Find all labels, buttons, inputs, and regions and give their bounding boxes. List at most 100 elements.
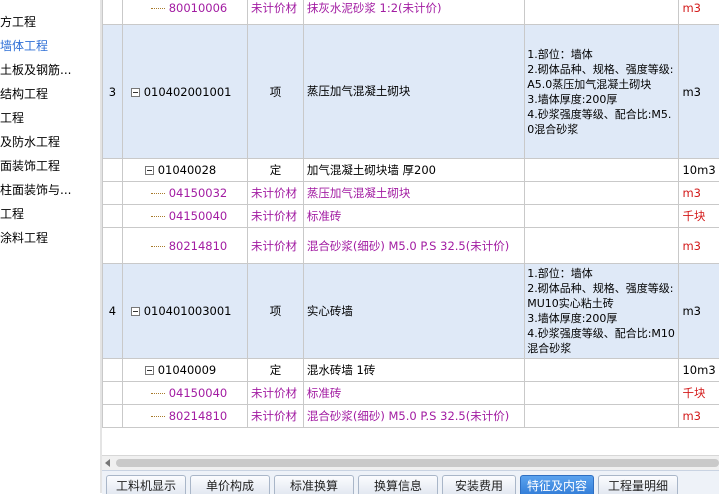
code-cell[interactable]: 04150040: [122, 382, 247, 405]
code-text: 01040028: [158, 163, 217, 177]
code-cell[interactable]: 80214810: [122, 405, 247, 428]
code-cell[interactable]: 04150040: [122, 205, 247, 228]
scroll-left-arrow-icon[interactable]: [105, 459, 110, 467]
feature-cell[interactable]: [525, 159, 679, 182]
code-cell[interactable]: 04150032: [122, 182, 247, 205]
seq-cell: [103, 405, 123, 428]
code-cell[interactable]: 80214810: [122, 228, 247, 264]
tab-5[interactable]: 特征及内容: [520, 475, 594, 494]
type-cell: 项: [248, 25, 304, 159]
type-cell: 定: [248, 159, 304, 182]
norm-row[interactable]: 01040009定混水砖墙 1砖 10m3: [103, 359, 719, 382]
type-cell: 未计价材: [248, 405, 304, 428]
tab-6[interactable]: 工程量明细: [598, 475, 678, 494]
name-cell[interactable]: 蒸压加气混凝土砌块: [303, 182, 524, 205]
name-cell[interactable]: 蒸压加气混凝土砌块: [303, 25, 524, 159]
bill-item-row[interactable]: 4010401003001项实心砖墙1.部位：墙体 2.砌体品种、规格、强度等级…: [103, 264, 719, 359]
tree-item[interactable]: 涂料工程: [0, 227, 48, 249]
tree-connector: [151, 8, 165, 9]
tab-2[interactable]: 标准换算: [274, 475, 354, 494]
norm-row[interactable]: 01040028 定加气混凝土砌块墙 厚200 10m3: [103, 159, 719, 182]
seq-cell: 4: [103, 264, 123, 359]
name-cell[interactable]: 混水砖墙 1砖: [303, 359, 524, 382]
code-cell[interactable]: 010402001001: [122, 25, 247, 159]
material-row[interactable]: 04150040未计价材标准砖千块: [103, 382, 719, 405]
type-cell: 未计价材: [248, 228, 304, 264]
name-cell[interactable]: 加气混凝土砌块墙 厚200: [303, 159, 524, 182]
bill-item-row[interactable]: 3 010402001001 项蒸压加气混凝土砌块1.部位：墙体 2.砌体品种、规格…: [103, 25, 719, 159]
name-cell[interactable]: 混合砂浆(细砂) M5.0 P.S 32.5(未计价): [303, 228, 524, 264]
collapse-icon[interactable]: [145, 166, 154, 175]
name-cell[interactable]: 标准砖: [303, 205, 524, 228]
tree-connector: [151, 393, 165, 394]
tree-item[interactable]: 结构工程: [0, 83, 48, 105]
feature-cell[interactable]: [525, 205, 679, 228]
unit-cell: 10m3: [679, 359, 719, 382]
type-cell: 定: [248, 359, 304, 382]
horizontal-scrollbar[interactable]: [102, 455, 719, 470]
unit-cell: m3: [679, 264, 719, 359]
code-text: 04150040: [169, 209, 228, 223]
collapse-icon[interactable]: [131, 88, 140, 97]
code-text: 010402001001: [144, 85, 232, 99]
material-row[interactable]: 80010006 未计价材抹灰水泥砂浆 1:2(未计价) m3: [103, 0, 719, 25]
code-cell[interactable]: 01040028: [122, 159, 247, 182]
feature-cell[interactable]: [525, 405, 679, 428]
unit-cell: m3: [679, 0, 719, 25]
name-cell[interactable]: 抹灰水泥砂浆 1:2(未计价): [303, 0, 524, 25]
feature-cell[interactable]: 1.部位：墙体 2.砌体品种、规格、强度等级:MU10实心粘土砖 3.墙体厚度:…: [525, 264, 679, 359]
collapse-icon[interactable]: [145, 366, 154, 375]
feature-cell[interactable]: 1.部位：墙体 2.砌体品种、规格、强度等级:A5.0蒸压加气混凝土砌块 3.墙…: [525, 25, 679, 159]
code-text: 80214810: [169, 239, 228, 253]
tree-connector: [151, 246, 165, 247]
scrollbar-thumb[interactable]: [116, 459, 719, 467]
tree-item[interactable]: 柱面装饰与...: [0, 179, 71, 201]
code-text: 04150032: [169, 186, 228, 200]
code-text: 80010006: [169, 1, 228, 15]
tab-3[interactable]: 换算信息: [358, 475, 438, 494]
code-text: 04150040: [169, 386, 228, 400]
feature-cell[interactable]: [525, 0, 679, 25]
collapse-icon[interactable]: [131, 307, 140, 316]
unit-cell: m3: [679, 25, 719, 159]
type-cell: 未计价材: [248, 182, 304, 205]
code-cell[interactable]: 010401003001: [122, 264, 247, 359]
seq-cell: 3: [103, 25, 123, 159]
tree-item[interactable]: 工程: [0, 107, 24, 129]
tab-4[interactable]: 安装费用: [442, 475, 516, 494]
tree-item[interactable]: 方工程: [0, 11, 36, 33]
bill-items-table: 80010006未计价材抹灰水泥砂浆 1:2(未计价)m330104020010…: [102, 0, 719, 428]
tab-0[interactable]: 工料机显示: [106, 475, 186, 494]
tree-item[interactable]: 土板及钢筋...: [0, 59, 71, 81]
seq-cell: [103, 182, 123, 205]
type-cell: 未计价材: [248, 0, 304, 25]
seq-cell: [103, 228, 123, 264]
code-cell[interactable]: 80010006: [122, 0, 247, 25]
material-row[interactable]: 80214810 未计价材混合砂浆(细砂) M5.0 P.S 32.5(未计价) m…: [103, 228, 719, 264]
section-tree-panel: 方工程墙体工程土板及钢筋...结构工程工程及防水工程面装饰工程柱面装饰与...工…: [0, 0, 101, 493]
seq-cell: [103, 359, 123, 382]
seq-cell: [103, 159, 123, 182]
tree-item[interactable]: 面装饰工程: [0, 155, 60, 177]
material-row[interactable]: 04150040未计价材标准砖千块: [103, 205, 719, 228]
tree-item[interactable]: 及防水工程: [0, 131, 60, 153]
material-row[interactable]: 80214810未计价材混合砂浆(细砂) M5.0 P.S 32.5(未计价)m…: [103, 405, 719, 428]
feature-cell[interactable]: [525, 228, 679, 264]
feature-cell[interactable]: [525, 382, 679, 405]
tree-item[interactable]: 墙体工程: [0, 35, 48, 57]
bill-items-grid: 80010006未计价材抹灰水泥砂浆 1:2(未计价)m330104020010…: [102, 0, 719, 455]
feature-cell[interactable]: [525, 182, 679, 205]
detail-tabs: 工料机显示单价构成标准换算换算信息安装费用特征及内容工程量明细: [102, 470, 719, 494]
name-cell[interactable]: 标准砖: [303, 382, 524, 405]
material-row[interactable]: 04150032未计价材蒸压加气混凝土砌块m3: [103, 182, 719, 205]
unit-cell: 10m3: [679, 159, 719, 182]
tab-1[interactable]: 单价构成: [190, 475, 270, 494]
code-cell[interactable]: 01040009: [122, 359, 247, 382]
unit-cell: m3: [679, 228, 719, 264]
name-cell[interactable]: 混合砂浆(细砂) M5.0 P.S 32.5(未计价): [303, 405, 524, 428]
name-cell[interactable]: 实心砖墙: [303, 264, 524, 359]
seq-cell: [103, 205, 123, 228]
tree-item[interactable]: 工程: [0, 203, 24, 225]
feature-cell[interactable]: [525, 359, 679, 382]
type-cell: 项: [248, 264, 304, 359]
